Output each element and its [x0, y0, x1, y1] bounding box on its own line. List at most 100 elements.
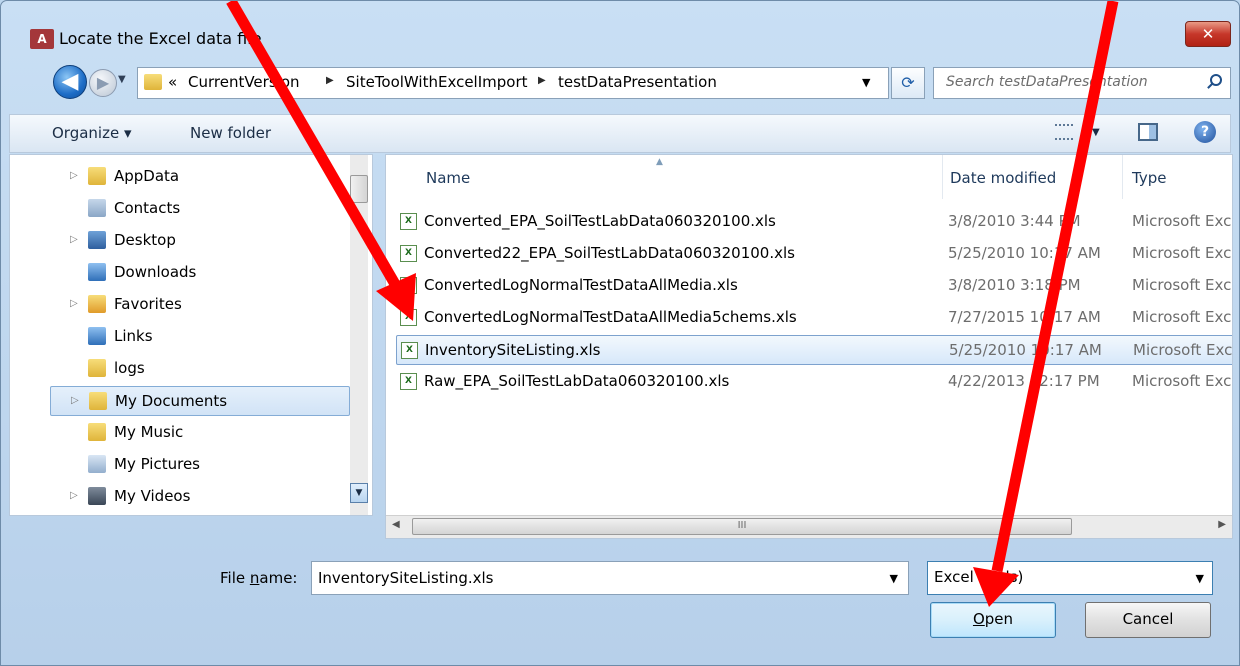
tree-item[interactable]: ▷ My Videos — [10, 482, 348, 512]
tree-item-label: AppData — [114, 167, 180, 185]
breadcrumb-separator-icon[interactable]: ▶ — [326, 75, 334, 86]
close-button[interactable]: ✕ — [1185, 21, 1231, 47]
dialog-footer: File name: InventorySiteListing.xls ▼ Ex… — [1, 541, 1239, 665]
recent-locations-dropdown[interactable]: ▼ — [118, 74, 126, 85]
search-icon[interactable] — [1210, 74, 1222, 86]
title-bar[interactable]: A Locate the Excel data file ✕ — [1, 1, 1239, 55]
breadcrumb-separator-icon[interactable]: ▶ — [538, 75, 546, 86]
excel-file-icon: X — [400, 277, 417, 294]
breadcrumb-item[interactable]: testDataPresentation — [558, 73, 717, 91]
search-box[interactable]: Search testDataPresentation — [933, 67, 1231, 99]
preview-pane-icon[interactable] — [1138, 123, 1158, 141]
command-bar: Organize ▾ New folder ▼ ? — [9, 114, 1231, 153]
expand-icon[interactable]: ▷ — [71, 395, 79, 406]
scrollbar-thumb[interactable] — [350, 175, 368, 203]
file-row[interactable]: X ConvertedLogNormalTestDataAllMedia5chem… — [396, 303, 1232, 333]
documents-icon — [89, 392, 107, 410]
cancel-button[interactable]: Cancel — [1085, 602, 1211, 638]
tree-scrollbar[interactable]: ▼ — [350, 155, 368, 515]
organize-button[interactable]: Organize ▾ — [52, 124, 132, 142]
tree-item-label: My Videos — [114, 487, 191, 505]
file-type: Microsoft Excel — [1133, 341, 1233, 359]
tree-item[interactable]: Contacts — [10, 194, 348, 224]
path-overflow-button[interactable]: « — [168, 73, 177, 91]
tree-item[interactable]: Downloads — [10, 258, 348, 288]
help-icon[interactable]: ? — [1194, 121, 1216, 143]
file-row[interactable]: X Raw_EPA_SoilTestLabData060320100.xls 4/2… — [396, 367, 1232, 397]
tree-item[interactable]: Links — [10, 322, 348, 352]
column-label: Type — [1132, 169, 1167, 187]
expand-icon[interactable]: ▷ — [70, 234, 78, 245]
folder-icon — [144, 74, 162, 90]
file-type-dropdown-icon[interactable]: ▼ — [1196, 572, 1204, 585]
file-type: Microsoft Excel — [1132, 372, 1232, 390]
tree-item-label: My Documents — [115, 392, 228, 410]
file-row[interactable]: X ConvertedLogNormalTestDataAllMedia.xls 3… — [396, 271, 1232, 301]
expand-icon[interactable]: ▷ — [70, 170, 78, 181]
file-type-value: Excel (*.xls) — [934, 568, 1024, 586]
file-list: Name ▲ Date modified Type X Converted_EPA… — [385, 154, 1233, 539]
tree-item[interactable]: logs — [10, 354, 348, 384]
scroll-down-icon[interactable]: ▼ — [350, 483, 368, 503]
links-icon — [88, 327, 106, 345]
excel-file-icon: X — [400, 213, 417, 230]
column-header-name[interactable]: Name ▲ — [386, 155, 946, 199]
excel-file-icon: X — [400, 373, 417, 390]
address-bar[interactable]: « CurrentVersion ▶ SiteToolWithExcelImpo… — [137, 67, 889, 99]
scroll-right-icon[interactable]: ▶ — [1218, 519, 1226, 530]
forward-button[interactable]: ▶ — [89, 69, 117, 97]
favorites-icon — [88, 295, 106, 313]
excel-file-icon: X — [400, 309, 417, 326]
tree-item[interactable]: My Pictures — [10, 450, 348, 480]
file-type-select[interactable]: Excel (*.xls) ▼ — [927, 561, 1213, 595]
file-name: Raw_EPA_SoilTestLabData060320100.xls — [424, 372, 730, 390]
expand-icon[interactable]: ▷ — [70, 490, 78, 501]
tree-item[interactable]: ▷ Desktop — [10, 226, 348, 256]
downloads-icon — [88, 263, 106, 281]
file-name-label: File name: — [220, 569, 298, 587]
tree-item[interactable]: ▷ AppData — [10, 162, 348, 192]
file-date: 3/8/2010 3:18 PM — [948, 276, 1081, 294]
column-header-date[interactable]: Date modified — [942, 155, 1122, 199]
back-button[interactable]: ◀ — [53, 65, 87, 99]
tree-item[interactable]: ▷ Favorites — [10, 290, 348, 320]
file-name-dropdown-icon[interactable]: ▼ — [890, 572, 898, 585]
breadcrumb-item[interactable]: CurrentVersion — [188, 73, 300, 91]
tree-item-label: Links — [114, 327, 153, 345]
file-row[interactable]: X Converted22_EPA_SoilTestLabData06032010… — [396, 239, 1232, 269]
file-date: 7/27/2015 10:17 AM — [948, 308, 1101, 326]
file-name-value[interactable]: InventorySiteListing.xls — [318, 569, 494, 587]
file-type: Microsoft Excel — [1132, 308, 1232, 326]
search-input[interactable]: Search testDataPresentation — [946, 74, 1148, 90]
file-row[interactable]: X Converted_EPA_SoilTestLabData060320100.… — [396, 207, 1232, 237]
tree-item[interactable]: ▷ My Documents — [50, 386, 350, 416]
refresh-button[interactable]: ⟳ — [891, 67, 925, 99]
tree-item-label: My Music — [114, 423, 184, 441]
file-row[interactable]: X InventorySiteListing.xls 5/25/2010 10:17… — [396, 335, 1233, 365]
navigation-pane: ▷ AppData Contacts ▷ Desktop Downloads ▷ Favori… — [9, 154, 373, 516]
file-dialog: A Locate the Excel data file ✕ ◀ ▶ ▼ « C… — [0, 0, 1240, 666]
tree-item-label: My Pictures — [114, 455, 200, 473]
change-view-icon[interactable] — [1055, 124, 1073, 140]
file-date: 4/22/2013 12:17 PM — [948, 372, 1100, 390]
file-date: 3/8/2010 3:44 PM — [948, 212, 1081, 230]
tree-item-label: logs — [114, 359, 145, 377]
column-label: Date modified — [950, 169, 1057, 187]
breadcrumb-item[interactable]: SiteToolWithExcelImport — [346, 73, 528, 91]
sort-ascending-icon: ▲ — [656, 157, 663, 167]
scroll-left-icon[interactable]: ◀ — [392, 519, 400, 530]
navigation-bar: ◀ ▶ ▼ « CurrentVersion ▶ SiteToolWithExc… — [1, 55, 1239, 110]
tree-item[interactable]: My Music — [10, 418, 348, 448]
column-header-type[interactable]: Type — [1122, 155, 1232, 199]
expand-icon[interactable]: ▷ — [70, 298, 78, 309]
pictures-icon — [88, 455, 106, 473]
file-name: ConvertedLogNormalTestDataAllMedia.xls — [424, 276, 738, 294]
address-dropdown-icon[interactable]: ▼ — [862, 76, 870, 89]
view-dropdown-icon[interactable]: ▼ — [1092, 127, 1100, 138]
new-folder-button[interactable]: New folder — [190, 124, 271, 142]
file-name-field[interactable]: InventorySiteListing.xls ▼ — [311, 561, 909, 595]
videos-icon — [88, 487, 106, 505]
open-button[interactable]: Open — [930, 602, 1056, 638]
horizontal-scrollbar[interactable]: ◀ III ▶ — [386, 515, 1232, 538]
scrollbar-thumb[interactable]: III — [412, 518, 1072, 535]
